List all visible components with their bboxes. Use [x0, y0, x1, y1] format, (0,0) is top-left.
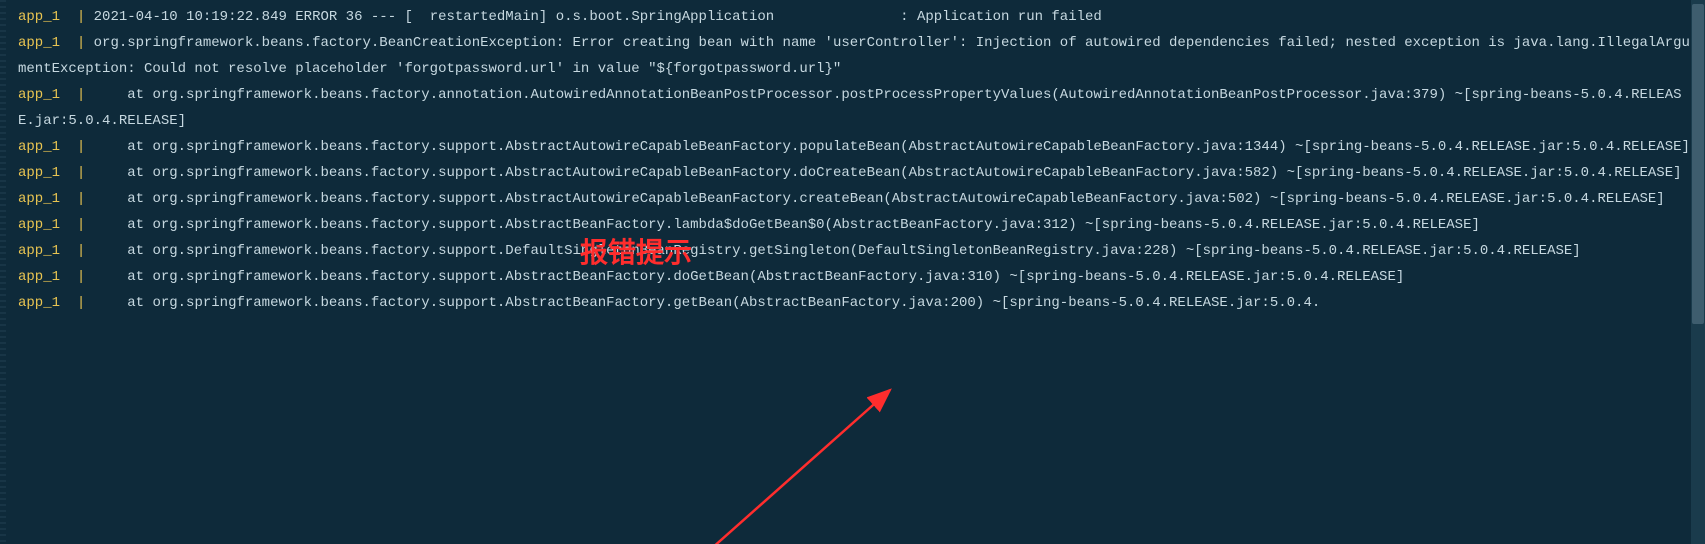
log-line: app_1 | at org.springframework.beans.fac…: [18, 238, 1697, 264]
separator: |: [77, 35, 85, 51]
service-prefix: app_1: [18, 35, 60, 51]
log-line: app_1 | at org.springframework.beans.fac…: [18, 160, 1697, 186]
separator: |: [77, 191, 85, 207]
service-prefix: app_1: [18, 269, 60, 285]
log-output: app_1 | 2021-04-10 10:19:22.849 ERROR 36…: [18, 4, 1697, 316]
log-text: at org.springframework.beans.factory.sup…: [94, 269, 1405, 285]
log-line: app_1 | 2021-04-10 10:19:22.849 ERROR 36…: [18, 4, 1697, 30]
service-prefix: app_1: [18, 87, 60, 103]
separator: |: [77, 269, 85, 285]
log-text: at org.springframework.beans.factory.ann…: [18, 87, 1682, 129]
log-text: at org.springframework.beans.factory.sup…: [94, 243, 1581, 259]
left-gutter: [0, 0, 6, 544]
log-text: at org.springframework.beans.factory.sup…: [94, 139, 1690, 155]
service-prefix: app_1: [18, 165, 60, 181]
separator: |: [77, 87, 85, 103]
separator: |: [77, 295, 85, 311]
separator: |: [77, 165, 85, 181]
log-text: at org.springframework.beans.factory.sup…: [94, 191, 1665, 207]
terminal-window[interactable]: app_1 | 2021-04-10 10:19:22.849 ERROR 36…: [0, 0, 1705, 544]
log-text: 2021-04-10 10:19:22.849 ERROR 36 --- [ r…: [94, 9, 1102, 25]
service-prefix: app_1: [18, 243, 60, 259]
annotation-arrow-icon: [18, 316, 1705, 544]
service-prefix: app_1: [18, 191, 60, 207]
separator: |: [77, 243, 85, 259]
log-line: app_1 | at org.springframework.beans.fac…: [18, 290, 1697, 316]
service-prefix: app_1: [18, 9, 60, 25]
scroll-thumb[interactable]: [1692, 4, 1704, 324]
log-line: app_1 | at org.springframework.beans.fac…: [18, 82, 1697, 134]
log-text: org.springframework.beans.factory.BeanCr…: [18, 35, 1690, 77]
log-text: at org.springframework.beans.factory.sup…: [94, 295, 1321, 311]
log-line: app_1 | org.springframework.beans.factor…: [18, 30, 1697, 82]
log-line: app_1 | at org.springframework.beans.fac…: [18, 212, 1697, 238]
separator: |: [77, 217, 85, 233]
log-text: at org.springframework.beans.factory.sup…: [94, 165, 1682, 181]
service-prefix: app_1: [18, 295, 60, 311]
separator: |: [77, 139, 85, 155]
vertical-scrollbar[interactable]: [1691, 0, 1705, 544]
log-line: app_1 | at org.springframework.beans.fac…: [18, 264, 1697, 290]
separator: |: [77, 9, 85, 25]
service-prefix: app_1: [18, 217, 60, 233]
service-prefix: app_1: [18, 139, 60, 155]
log-line: app_1 | at org.springframework.beans.fac…: [18, 134, 1697, 160]
log-text: at org.springframework.beans.factory.sup…: [94, 217, 1480, 233]
log-line: app_1 | at org.springframework.beans.fac…: [18, 186, 1697, 212]
